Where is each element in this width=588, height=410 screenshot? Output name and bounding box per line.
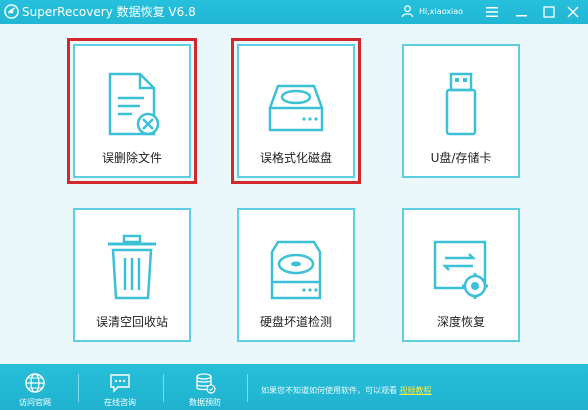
globe-icon (25, 373, 45, 393)
chat-icon (110, 374, 130, 393)
data-prevention-button[interactable]: 数据预防 (175, 368, 235, 410)
tile-label: 深度恢复 (436, 315, 485, 329)
help-notice-text: 如果您不知道如何使用软件，可以观看 (261, 386, 397, 395)
app-logo-icon (4, 4, 19, 19)
title-bar: SuperRecovery 数据恢复 V6.8 Hi,xiaoxiao (0, 0, 588, 24)
menu-button[interactable] (482, 2, 502, 22)
bottom-item-label: 在线咨询 (104, 398, 136, 407)
tile-deep-recovery[interactable]: 深度恢复 (402, 208, 520, 342)
user-icon[interactable] (401, 4, 414, 18)
divider (78, 374, 79, 402)
tile-label: 误格式化磁盘 (259, 151, 332, 165)
video-tutorial-link[interactable]: 视频教程 (400, 386, 432, 395)
tile-hdd-bad-sector[interactable]: 硬盘坏道检测 (237, 208, 355, 342)
visit-website-button[interactable]: 访问官网 (5, 368, 65, 410)
minimize-icon (516, 15, 527, 17)
tile-usb-card[interactable]: U盘/存储卡 (402, 44, 520, 178)
deleted-file-icon (108, 72, 160, 136)
bottom-item-label: 数据预防 (189, 398, 221, 407)
maximize-icon (543, 6, 555, 18)
divider (163, 374, 164, 402)
main-panel: 误删除文件 误格式化磁盘 U盘/存储卡 误清空回收站 硬盘坏道检测 深度恢复 (0, 24, 588, 364)
database-icon (196, 373, 216, 394)
tile-label: 误清空回收站 (95, 315, 168, 329)
minimize-button[interactable] (512, 2, 532, 22)
tile-recycle-bin[interactable]: 误清空回收站 (73, 208, 191, 342)
online-chat-button[interactable]: 在线咨询 (90, 368, 150, 410)
maximize-button[interactable] (539, 2, 559, 22)
username[interactable]: Hi,xiaoxiao (419, 6, 463, 18)
close-button[interactable] (563, 2, 583, 22)
divider (247, 374, 248, 402)
bottom-item-label: 访问官网 (19, 398, 51, 407)
menu-icon (486, 7, 498, 17)
tile-deleted-file[interactable]: 误删除文件 (67, 38, 197, 184)
bottom-bar: 访问官网 在线咨询 数据预防 如果您不知道如何使用软件，可以观看 视频教程 (0, 364, 588, 410)
tile-formatted-disk[interactable]: 误格式化磁盘 (231, 38, 361, 184)
help-notice: 如果您不知道如何使用软件，可以观看 视频教程 (261, 386, 432, 396)
tile-label: 硬盘坏道检测 (259, 315, 332, 329)
recycle-bin-icon (108, 234, 156, 300)
close-icon (567, 6, 579, 18)
tile-label: U盘/存储卡 (430, 151, 492, 165)
disk-icon (268, 84, 324, 132)
tile-label: 误删除文件 (101, 151, 162, 165)
usb-drive-icon (445, 72, 477, 136)
app-title: SuperRecovery 数据恢复 V6.8 (22, 5, 196, 19)
hard-drive-scan-icon (270, 240, 322, 300)
deep-recovery-icon (433, 240, 488, 299)
